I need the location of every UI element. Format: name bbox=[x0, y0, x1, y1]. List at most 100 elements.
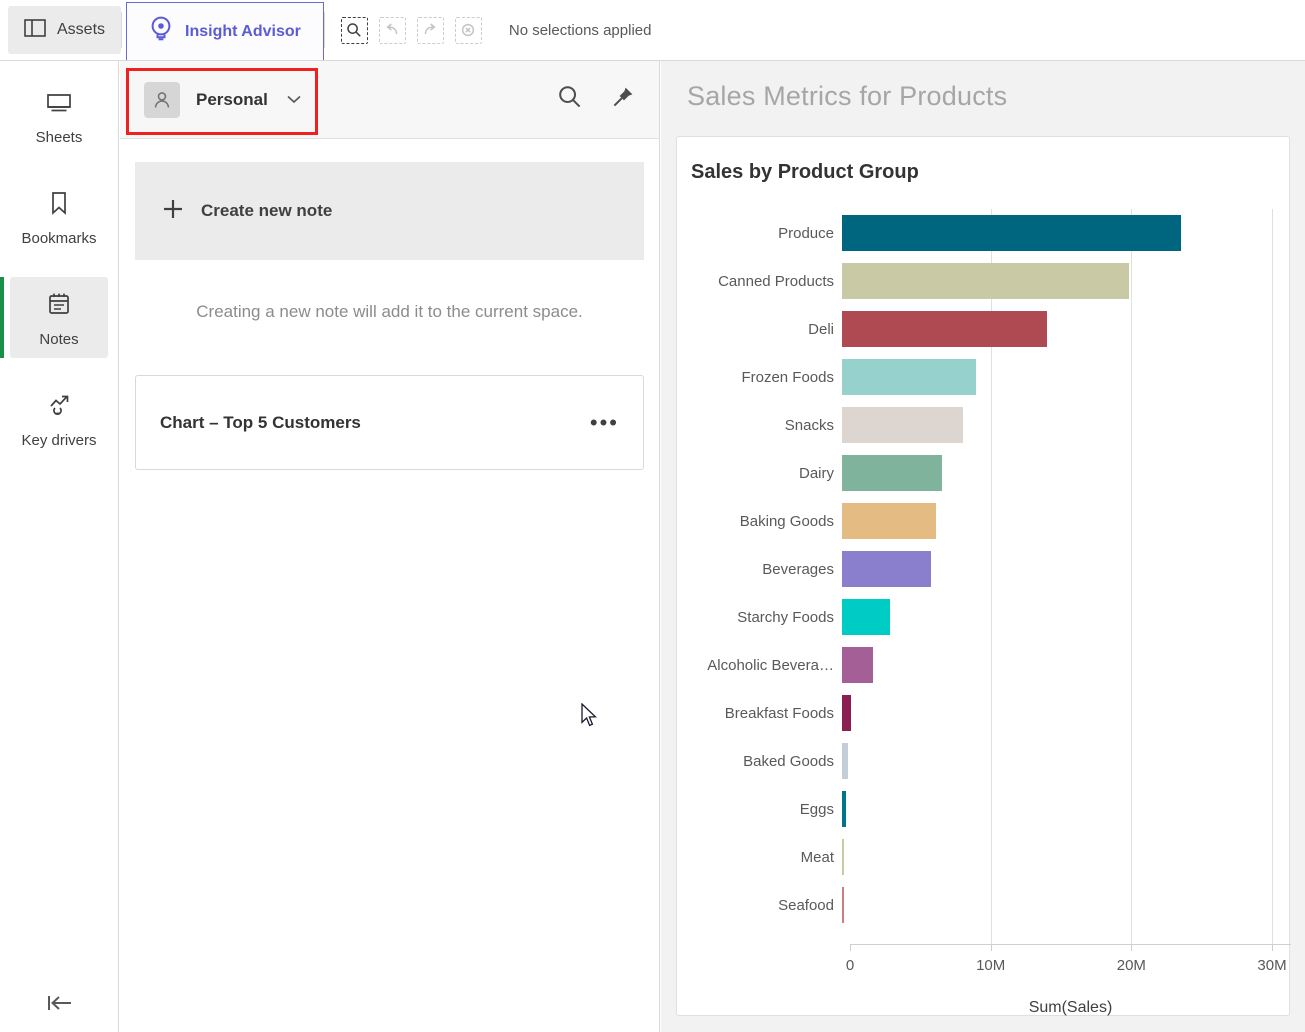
chevron-down-icon[interactable] bbox=[286, 91, 302, 109]
chart-title: Sales by Product Group bbox=[691, 161, 919, 183]
chart-bar-row[interactable]: Produce bbox=[677, 209, 1291, 257]
bar-category-label: Snacks bbox=[784, 416, 834, 434]
chart-bar-row[interactable]: Baking Goods bbox=[677, 497, 1291, 545]
bar-category-label: Starchy Foods bbox=[737, 608, 834, 626]
notes-icon bbox=[46, 291, 72, 322]
chart-bar-row[interactable]: Alcoholic Bevera… bbox=[677, 641, 1291, 689]
bar-category-label: Deli bbox=[808, 320, 834, 338]
axis-tick-label: 20M bbox=[1116, 957, 1146, 974]
mouse-cursor bbox=[581, 702, 599, 734]
bar-segment[interactable] bbox=[842, 743, 849, 779]
toolbar-divider-1 bbox=[121, 12, 123, 48]
axis-tick bbox=[990, 944, 992, 951]
bar-segment[interactable] bbox=[842, 263, 1129, 299]
axis-tick bbox=[850, 944, 851, 951]
clear-selections-icon bbox=[454, 16, 482, 44]
chart-bar-row[interactable]: Beverages bbox=[677, 545, 1291, 593]
list-item[interactable]: Chart – Top 5 Customers ••• bbox=[135, 375, 644, 470]
bar-segment[interactable] bbox=[842, 551, 931, 587]
sidebar-item-bookmarks[interactable]: Bookmarks bbox=[10, 176, 108, 257]
bar-segment[interactable] bbox=[842, 215, 1181, 251]
collapse-left-icon[interactable] bbox=[0, 992, 119, 1014]
sidebar-label-bookmarks: Bookmarks bbox=[21, 230, 97, 247]
chart-bars: Produce Canned Products Deli Frozen Foods Sn… bbox=[677, 209, 1291, 944]
selection-status: No selections applied bbox=[508, 21, 652, 39]
bar-segment[interactable] bbox=[842, 359, 976, 395]
chart-bar-row[interactable]: Eggs bbox=[677, 785, 1291, 833]
bar-category-label: Canned Products bbox=[718, 272, 834, 290]
assets-button[interactable]: Assets bbox=[8, 6, 122, 54]
search-icon[interactable] bbox=[557, 84, 583, 115]
sidebar-item-sheets[interactable]: Sheets bbox=[10, 77, 108, 156]
chart-card: Sales by Product Group Produce Canned Pro… bbox=[676, 136, 1291, 1016]
selection-search-icon[interactable] bbox=[340, 16, 368, 44]
undo-icon bbox=[378, 16, 406, 44]
bar-category-label: Produce bbox=[778, 224, 834, 242]
x-axis-line bbox=[850, 944, 1291, 945]
sidebar-item-key-drivers[interactable]: Key drivers bbox=[10, 378, 108, 459]
plus-icon bbox=[162, 198, 184, 225]
bar-segment[interactable] bbox=[842, 887, 844, 923]
left-rail: Sheets Bookmarks Notes Key drivers bbox=[0, 61, 119, 1032]
pin-icon[interactable] bbox=[611, 85, 635, 114]
bar-segment[interactable] bbox=[842, 455, 942, 491]
axis-tick bbox=[1272, 944, 1273, 951]
bar-category-label: Alcoholic Bevera… bbox=[707, 656, 834, 674]
bar-category-label: Seafood bbox=[778, 896, 834, 914]
bar-category-label: Eggs bbox=[799, 800, 834, 818]
bar-segment[interactable] bbox=[842, 311, 1048, 347]
note-title: Chart – Top 5 Customers bbox=[160, 412, 361, 432]
axis-tick-label: 0 bbox=[845, 957, 855, 974]
bar-segment[interactable] bbox=[842, 599, 890, 635]
axis-tick-label: 10M bbox=[976, 957, 1006, 974]
bar-category-label: Beverages bbox=[762, 560, 834, 578]
bar-category-label: Breakfast Foods bbox=[724, 704, 834, 722]
bookmark-icon bbox=[48, 190, 70, 221]
chart-bar-row[interactable]: Frozen Foods bbox=[677, 353, 1291, 401]
person-icon bbox=[144, 81, 180, 118]
create-new-note-label: Create new note bbox=[201, 201, 333, 220]
top-toolbar: Assets Insight Advisor No selections app… bbox=[0, 0, 1305, 61]
chart-bar-row[interactable]: Seafood bbox=[677, 881, 1291, 929]
space-name: Personal bbox=[196, 89, 268, 109]
redo-icon bbox=[416, 16, 444, 44]
notes-hint-text: Creating a new note will add it to the c… bbox=[196, 302, 583, 321]
bar-category-label: Baked Goods bbox=[743, 752, 834, 770]
selection-toolbar: No selections applied bbox=[325, 0, 652, 60]
bar-segment[interactable] bbox=[842, 839, 844, 875]
insight-chart-panel: Sales Metrics for Products Sales by Prod… bbox=[661, 61, 1305, 1032]
bar-segment[interactable] bbox=[842, 407, 963, 443]
create-new-note-button[interactable]: Create new note bbox=[135, 162, 644, 260]
assets-label: Assets bbox=[57, 21, 106, 38]
axis-tick bbox=[1131, 944, 1133, 951]
chart-bar-row[interactable]: Dairy bbox=[677, 449, 1291, 497]
tab-insight-advisor[interactable]: Insight Advisor bbox=[126, 2, 324, 60]
insight-advisor-label: Insight Advisor bbox=[185, 22, 301, 40]
chart-bar-row[interactable]: Meat bbox=[677, 833, 1291, 881]
page-title: Sales Metrics for Products bbox=[687, 81, 1008, 111]
panel-layout-icon bbox=[24, 18, 46, 42]
bar-category-label: Baking Goods bbox=[739, 512, 834, 530]
chart-bar-row[interactable]: Starchy Foods bbox=[677, 593, 1291, 641]
bar-segment[interactable] bbox=[842, 695, 852, 731]
sidebar-item-notes[interactable]: Notes bbox=[0, 277, 108, 358]
qlik-sense-app: Assets Insight Advisor No selections app… bbox=[0, 0, 1305, 1032]
bar-segment[interactable] bbox=[842, 791, 847, 827]
chart-bar-row[interactable]: Breakfast Foods bbox=[677, 689, 1291, 737]
sidebar-label-key-drivers: Key drivers bbox=[21, 432, 97, 449]
sheets-icon bbox=[45, 91, 73, 120]
bar-segment[interactable] bbox=[842, 647, 873, 683]
sidebar-label-sheets: Sheets bbox=[35, 129, 83, 146]
bar-chart[interactable]: Produce Canned Products Deli Frozen Foods Sn… bbox=[677, 209, 1291, 1016]
chart-bar-row[interactable]: Snacks bbox=[677, 401, 1291, 449]
notes-panel: Personal Create new note Creating a new … bbox=[120, 61, 660, 1032]
note-context-menu-button[interactable]: ••• bbox=[590, 410, 619, 436]
key-drivers-icon bbox=[45, 392, 73, 423]
axis-tick-label: 30M bbox=[1257, 957, 1287, 974]
bar-segment[interactable] bbox=[842, 503, 937, 539]
x-axis-title: Sum(Sales) bbox=[1028, 999, 1113, 1016]
notes-panel-header: Personal bbox=[120, 61, 659, 139]
chart-bar-row[interactable]: Canned Products bbox=[677, 257, 1291, 305]
chart-bar-row[interactable]: Deli bbox=[677, 305, 1291, 353]
chart-bar-row[interactable]: Baked Goods bbox=[677, 737, 1291, 785]
